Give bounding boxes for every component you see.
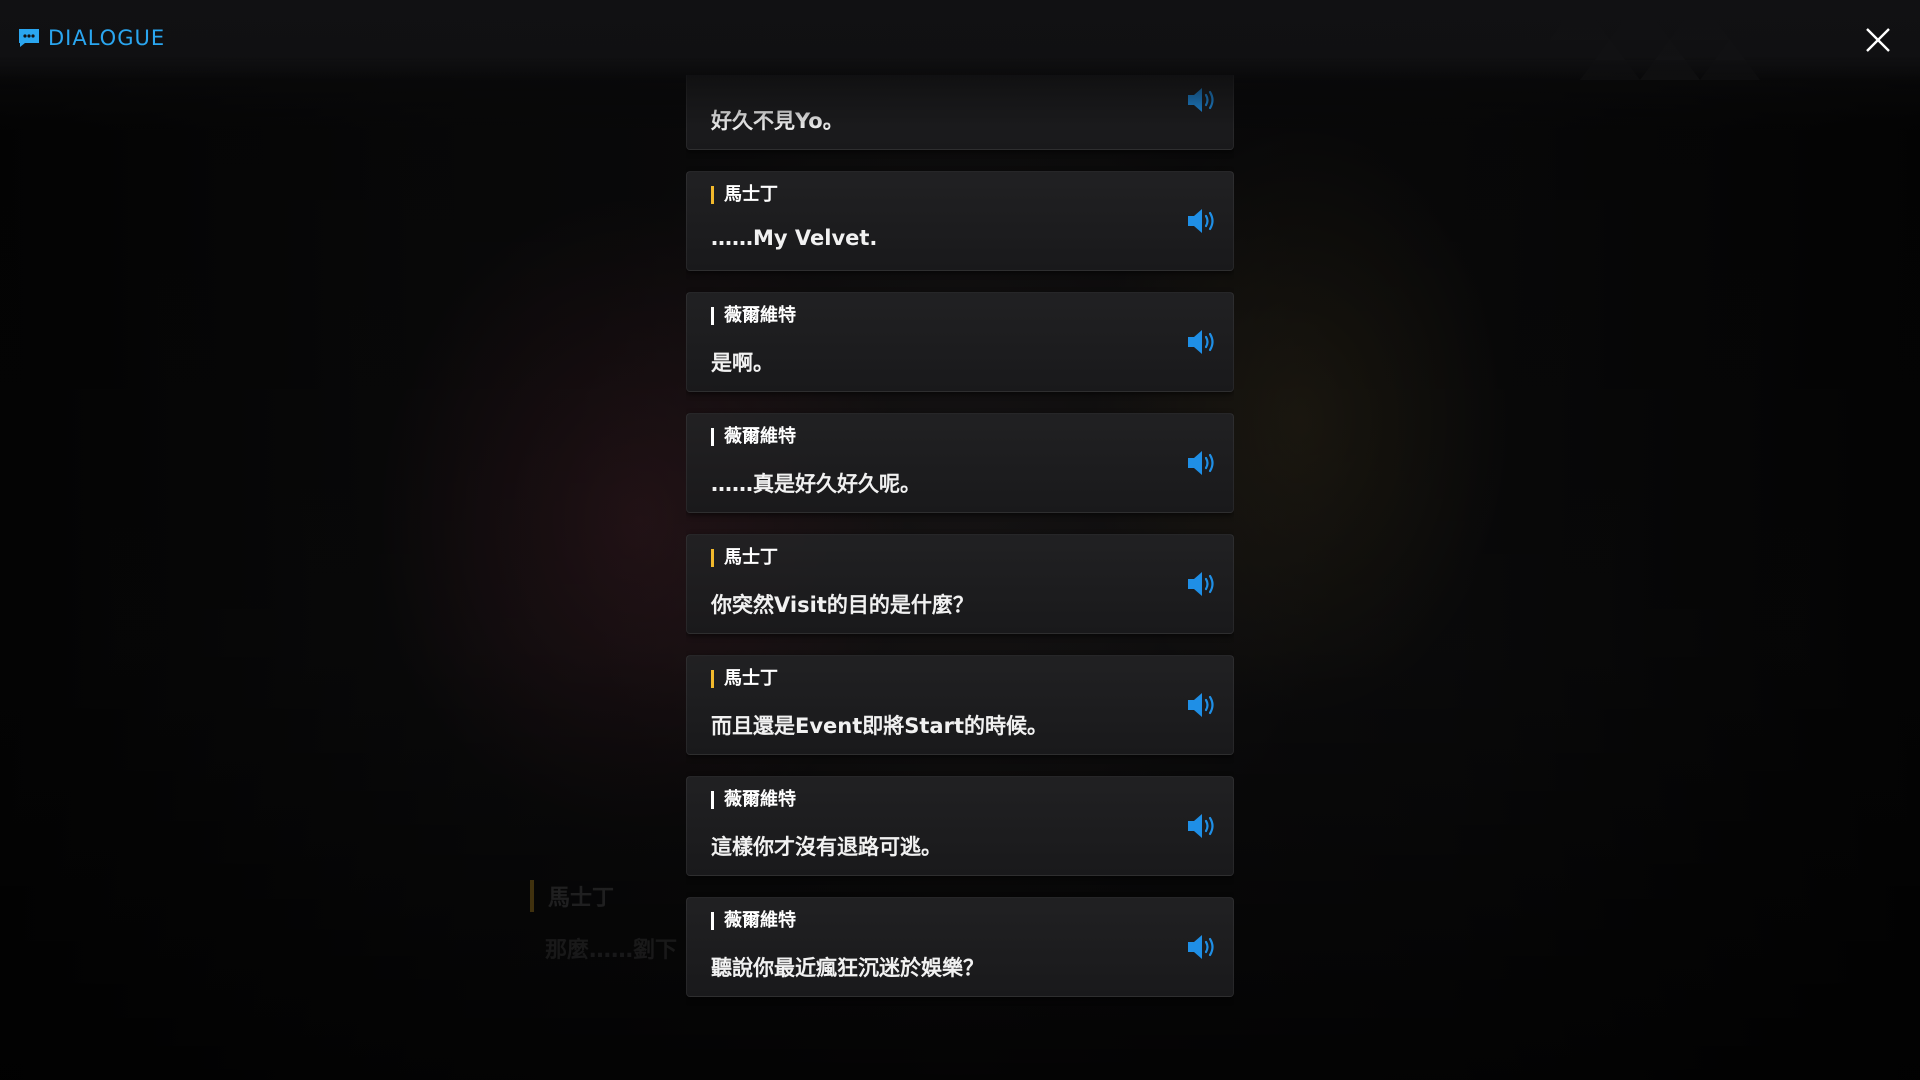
header-bar: DIALOGUE	[0, 0, 1920, 80]
header-title: DIALOGUE	[18, 26, 165, 50]
close-icon	[1866, 28, 1890, 52]
close-button[interactable]	[1858, 20, 1898, 60]
dialogue-text: 聽說你最近瘋狂沉迷於娛樂？	[711, 956, 984, 980]
speaker-name: 馬士丁	[711, 670, 778, 688]
dialogue-entry: 薇爾維特這樣你才沒有退路可逃。	[686, 776, 1234, 876]
speaker-icon	[1188, 935, 1214, 959]
speaker-icon	[1188, 88, 1214, 112]
background-speaker-name: 馬士丁	[530, 880, 614, 912]
dialogue-text: 這樣你才沒有退路可逃。	[711, 835, 942, 859]
dialogue-entry: 薇爾維特聽說你最近瘋狂沉迷於娛樂？	[686, 897, 1234, 997]
dialogue-entry: 薇爾維特 ……真是好久好久呢。	[686, 413, 1234, 513]
dialogue-text: 是啊。	[711, 351, 774, 375]
background-dialogue-text: 那麼……劉下	[545, 938, 678, 963]
speaker-name: 馬士丁	[711, 549, 778, 567]
play-voice-button[interactable]	[1185, 206, 1221, 236]
speaker-name: 薇爾維特	[711, 428, 796, 446]
speaker-name: 薇爾維特	[711, 912, 796, 930]
header-title-label: DIALOGUE	[48, 26, 166, 50]
play-voice-button[interactable]	[1185, 569, 1221, 599]
speaker-icon	[1188, 330, 1214, 354]
dialogue-text: 而且還是Event即將Start的時候。	[711, 714, 1048, 738]
speaker-icon	[1188, 693, 1214, 717]
speaker-icon	[1188, 209, 1214, 233]
dialogue-log-screen: 馬士丁 那麼……劉下 DIALOGUE 好久不見Yo。馬士丁 ……My Velve…	[0, 0, 1920, 1080]
speaker-name: 薇爾維特	[711, 791, 796, 809]
dialogue-text: ……真是好久好久呢。	[711, 472, 921, 496]
dialogue-entry: 馬士丁你突然Visit的目的是什麼？	[686, 534, 1234, 634]
speaker-name: 薇爾維特	[711, 307, 796, 325]
speaker-icon	[1188, 451, 1214, 475]
play-voice-button[interactable]	[1185, 327, 1221, 357]
speaker-icon	[1188, 814, 1214, 838]
play-voice-button[interactable]	[1185, 932, 1221, 962]
dialogue-list[interactable]: 好久不見Yo。 馬士丁 ……My Velvet. 薇爾維特 是啊。 薇爾維特 ……真是好久好…	[686, 75, 1234, 1025]
dialogue-entry: 好久不見Yo。	[686, 75, 1234, 150]
dialogue-entry: 薇爾維特 是啊。	[686, 292, 1234, 392]
chat-icon	[19, 29, 39, 47]
play-voice-button[interactable]	[1185, 448, 1221, 478]
speaker-name: 馬士丁	[711, 186, 778, 204]
play-voice-button[interactable]	[1185, 690, 1221, 720]
dialogue-text: 好久不見Yo。	[711, 109, 844, 133]
speaker-icon	[1188, 572, 1214, 596]
dialogue-text: ……My Velvet.	[711, 226, 878, 250]
dialogue-entry: 馬士丁而且還是Event即將Start的時候。	[686, 655, 1234, 755]
play-voice-button[interactable]	[1185, 811, 1221, 841]
dialogue-text: 你突然Visit的目的是什麼？	[711, 593, 974, 617]
play-voice-button[interactable]	[1185, 85, 1221, 115]
dialogue-entry: 馬士丁 ……My Velvet.	[686, 171, 1234, 271]
